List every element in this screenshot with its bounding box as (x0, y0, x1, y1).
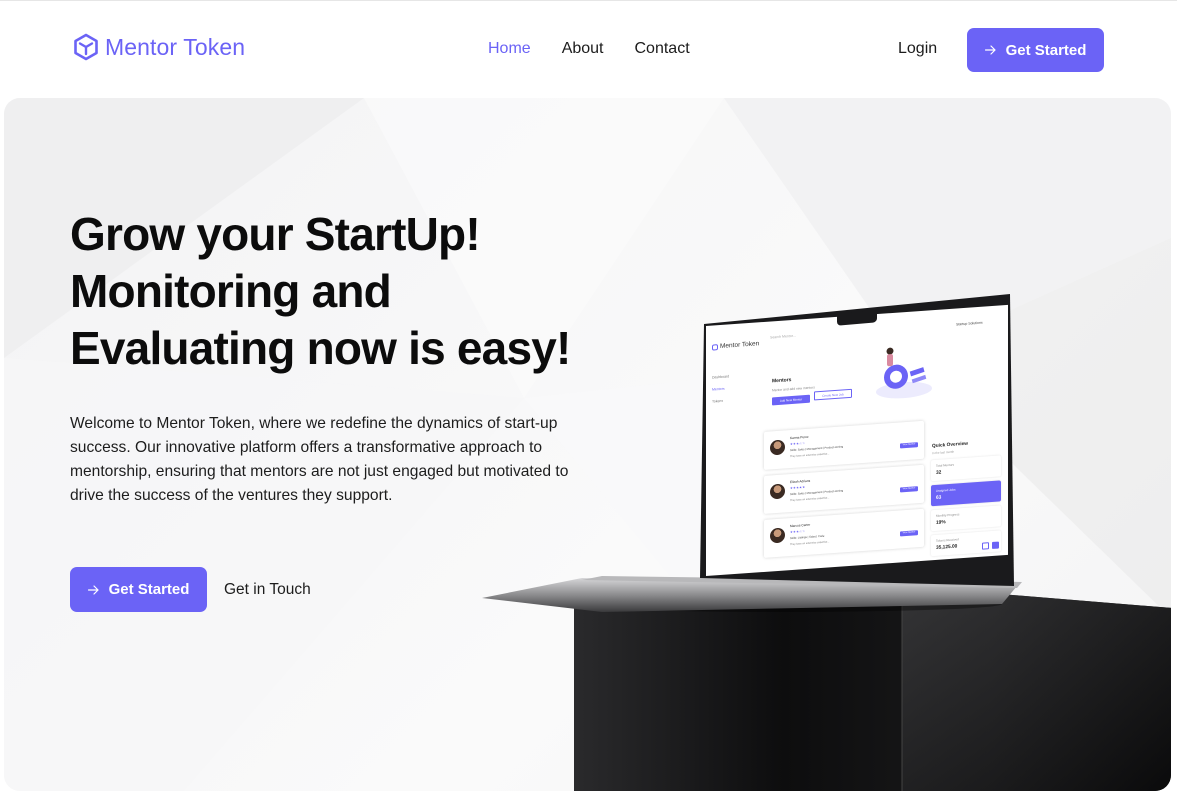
stat-value: 63 (936, 495, 942, 501)
mentor-view-button: View Mentor (900, 442, 918, 449)
nav-link-about[interactable]: About (562, 40, 604, 58)
stat-value: 19% (936, 520, 946, 526)
screen-quick-overview-title: Quick Overview (932, 441, 968, 450)
laptop-mockup: Mentor Token Search Mentor... Startup So… (482, 286, 1171, 791)
hero-get-started-button[interactable]: Get Started (70, 567, 207, 612)
laptop-screen-dashboard: Mentor Token Search Mentor... Startup So… (706, 304, 1008, 576)
nav-get-started-button[interactable]: Get Started (967, 28, 1104, 72)
stat-label: Monthly Progress (936, 512, 960, 518)
screen-mentor-card: Elizah Adrians ★★★★★ Skills: Sales | Man… (764, 464, 924, 514)
screen-nav-tokens: Tokens (712, 398, 724, 404)
stat-value: 35,125.00 (936, 544, 958, 551)
arrow-right-icon (87, 584, 99, 595)
top-navigation: Mentor Token Home About Contact Login Ge… (0, 0, 1177, 98)
mentor-skills: Skills: Sales | Management | Product own… (790, 489, 844, 497)
screen-stat-card: Monthly Progress 19% (931, 505, 1001, 532)
mentor-avatar (770, 483, 785, 500)
screen-pagination-next (992, 541, 999, 550)
mentor-bio: They have an extensive expertise... (790, 452, 830, 459)
mentor-rating: ★★★★★ (790, 485, 806, 491)
screen-user-name: Startup Solutions (956, 320, 983, 327)
stat-label: Tokens Received (936, 537, 959, 543)
mentor-name: Karma Perez (790, 434, 809, 441)
screen-stat-card: Assigned Jobs 63 (931, 480, 1001, 507)
screen-app-logo: Mentor Token (712, 340, 760, 351)
hero-section: Grow your StartUp! Monitoring and Evalua… (4, 98, 1171, 791)
nav-links: Home About Contact (488, 40, 690, 58)
screen-page-subtitle: Mentor and add new mentors (772, 385, 815, 393)
nav-link-contact[interactable]: Contact (635, 40, 690, 58)
screen-mentor-card: Karma Perez ★★★☆☆ Skills: Sales | Manage… (764, 420, 924, 470)
hero-get-started-label: Get Started (108, 581, 190, 598)
nav-get-started-label: Get Started (1005, 41, 1087, 59)
screen-add-mentor-button: Add New Mentor (772, 394, 810, 406)
stat-value: 32 (936, 470, 942, 476)
screen-create-job-button: Create New Job (814, 388, 852, 401)
screen-nav-dashboard: Dashboard (712, 374, 730, 380)
screen-quick-overview-subtitle: In the last month (932, 449, 955, 456)
nav-link-home[interactable]: Home (488, 40, 531, 58)
arrow-right-icon (984, 45, 996, 55)
mentor-avatar (770, 439, 785, 456)
mentor-rating: ★★★☆☆ (790, 529, 806, 535)
screen-stat-card: Total Mentors 32 (931, 455, 1001, 482)
screen-page-title: Mentors (772, 377, 792, 385)
login-link[interactable]: Login (898, 40, 937, 58)
mentor-name: Marcus Carter (790, 522, 811, 529)
brand-logo[interactable]: Mentor Token (73, 33, 245, 61)
mentor-name: Elizah Adrians (790, 478, 811, 485)
mentor-skills: Skills: Listings | Sales | Code (790, 534, 825, 541)
brand-name: Mentor Token (105, 33, 246, 60)
mentor-rating: ★★★☆☆ (790, 441, 806, 447)
screen-app-name: Mentor Token (720, 340, 760, 351)
mentor-bio: They have an extensive expertise... (790, 496, 830, 503)
screen-nav-mentors: Mentors (712, 386, 725, 392)
mentor-bio: They have an extensive expertise... (790, 540, 830, 547)
screen-logo-icon (712, 343, 718, 351)
mentor-view-button: View Mentor (900, 530, 918, 537)
mentor-view-button: View Mentor (900, 486, 918, 493)
mentor-avatar (770, 527, 785, 544)
screen-pagination-prev (982, 542, 989, 550)
screen-mentor-card: Marcus Carter ★★★☆☆ Skills: Listings | S… (764, 508, 924, 558)
headline-line-1: Grow your StartUp! (70, 208, 481, 260)
screen-search: Search Mentor... (770, 333, 796, 340)
screen-stat-card: Tokens Received 35,125.00 (931, 530, 1001, 557)
hexagon-logo-icon (74, 33, 98, 61)
screen-illustration (876, 347, 932, 399)
mentor-skills: Skills: Sales | Management | Product own… (790, 445, 844, 453)
get-in-touch-link[interactable]: Get in Touch (224, 581, 311, 599)
stat-label: Assigned Jobs (936, 487, 956, 493)
stat-label: Total Mentors (936, 462, 955, 468)
